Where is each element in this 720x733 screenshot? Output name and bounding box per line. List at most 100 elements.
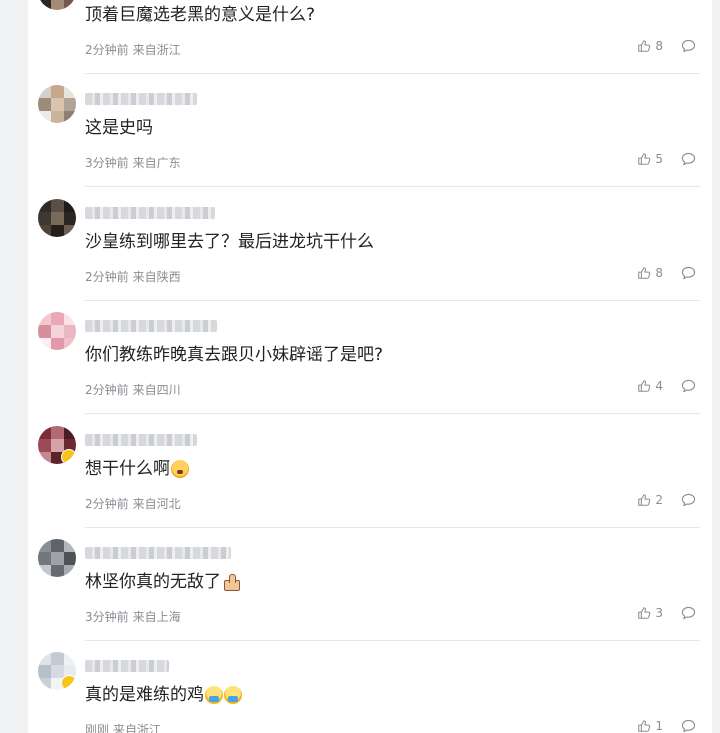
like-button[interactable]: 4 <box>637 379 663 393</box>
avatar[interactable] <box>38 426 76 464</box>
reply-button[interactable] <box>681 606 696 620</box>
reply-button[interactable] <box>681 379 696 393</box>
reply-button[interactable] <box>681 719 696 733</box>
chick-emoji-icon <box>205 686 223 704</box>
comment-text: 想干什么啊 <box>85 457 189 481</box>
comment-item: 林坚你真的无敌了 3分钟前 来自上海 3 <box>28 528 712 641</box>
comment-text-body: 你们教练昨晚真去跟贝小妹辟谣了是吧? <box>85 345 384 365</box>
thumbs-up-icon <box>637 493 651 507</box>
like-button[interactable]: 5 <box>637 152 663 166</box>
comment-location: 来自浙江 <box>113 723 162 733</box>
avatar[interactable] <box>38 539 76 577</box>
comment-actions: 4 <box>637 379 696 393</box>
comment-time: 2分钟前 <box>85 497 129 511</box>
comment-actions: 8 <box>637 39 696 53</box>
comment-text-body: 真的是难练的鸡 <box>85 685 204 705</box>
comment-item: 这是史吗 3分钟前 来自广东 5 <box>28 74 712 187</box>
comment-bubble-icon <box>681 493 696 507</box>
comment-text: 顶着巨魔选老黑的意义是什么? <box>85 3 315 27</box>
comment-location: 来自浙江 <box>132 43 181 57</box>
username-blurred[interactable] <box>85 547 231 559</box>
comment-bubble-icon <box>681 719 696 733</box>
avatar[interactable] <box>38 199 76 237</box>
comment-meta: 刚刚 来自浙江 <box>85 721 161 733</box>
like-count: 8 <box>655 39 663 53</box>
comment-location: 来自上海 <box>132 610 181 624</box>
username-blurred[interactable] <box>85 660 169 672</box>
comment-text-body: 顶着巨魔选老黑的意义是什么? <box>85 5 316 25</box>
comment-actions: 5 <box>637 152 696 166</box>
comment-meta: 2分钟前 来自四川 <box>85 381 181 398</box>
comment-time: 3分钟前 <box>85 610 129 624</box>
reply-button[interactable] <box>681 152 696 166</box>
comment-text: 真的是难练的鸡 <box>85 683 242 707</box>
comment-text-body: 这是史吗 <box>85 118 153 138</box>
comment-actions: 3 <box>637 606 696 620</box>
like-button[interactable]: 1 <box>637 719 663 733</box>
comment-time: 2分钟前 <box>85 43 129 57</box>
comment-bubble-icon <box>681 266 696 280</box>
comment-bubble-icon <box>681 379 696 393</box>
comment-item: 真的是难练的鸡刚刚 来自浙江 1 <box>28 641 712 733</box>
comment-actions: 1 <box>637 719 696 733</box>
thumbs-up-icon <box>637 719 651 733</box>
avatar[interactable] <box>38 85 76 123</box>
thumbs-up-icon <box>637 266 651 280</box>
verified-badge-icon <box>61 449 76 464</box>
avatar[interactable] <box>38 312 76 350</box>
comment-item: 顶着巨魔选老黑的意义是什么? 2分钟前 来自浙江 8 <box>28 0 712 74</box>
like-button[interactable]: 8 <box>637 266 663 280</box>
verified-badge-icon <box>61 675 76 690</box>
username-blurred[interactable] <box>85 93 197 105</box>
comment-time: 2分钟前 <box>85 383 129 397</box>
comment-meta: 2分钟前 来自浙江 <box>85 41 181 58</box>
thumbs-up-icon <box>637 606 651 620</box>
comment-location: 来自四川 <box>132 383 181 397</box>
like-button[interactable]: 3 <box>637 606 663 620</box>
comment-item: 想干什么啊 2分钟前 来自河北 2 <box>28 415 712 528</box>
comment-text: 林坚你真的无敌了 <box>85 570 240 594</box>
comment-meta: 3分钟前 来自广东 <box>85 154 181 171</box>
like-count: 2 <box>655 493 663 507</box>
like-count: 8 <box>655 266 663 280</box>
like-count: 5 <box>655 152 663 166</box>
comment-item: 沙皇练到哪里去了？最后进龙坑干什么 2分钟前 来自陕西 8 <box>28 188 712 301</box>
comment-location: 来自河北 <box>132 497 181 511</box>
username-blurred[interactable] <box>85 320 217 332</box>
comment-meta: 3分钟前 来自上海 <box>85 608 181 625</box>
reply-button[interactable] <box>681 493 696 507</box>
comment-bubble-icon <box>681 606 696 620</box>
comment-meta: 2分钟前 来自陕西 <box>85 268 181 285</box>
avatar[interactable] <box>38 652 76 690</box>
thumbs-up-icon <box>637 152 651 166</box>
avatar[interactable] <box>38 0 76 10</box>
comment-bubble-icon <box>681 152 696 166</box>
chick-emoji-icon <box>224 686 242 704</box>
username-blurred[interactable] <box>85 207 215 219</box>
angry-emoji-icon <box>171 460 189 478</box>
like-button[interactable]: 8 <box>637 39 663 53</box>
thumb-emoji-icon <box>222 573 240 591</box>
comment-text-body: 想干什么啊 <box>85 459 170 479</box>
comment-location: 来自陕西 <box>132 270 181 284</box>
reply-button[interactable] <box>681 266 696 280</box>
comment-text-body: 沙皇练到哪里去了？最后进龙坑干什么 <box>85 232 374 252</box>
like-count: 3 <box>655 606 663 620</box>
like-count: 4 <box>655 379 663 393</box>
thumbs-up-icon <box>637 379 651 393</box>
comment-text: 沙皇练到哪里去了？最后进龙坑干什么 <box>85 230 374 254</box>
comment-bubble-icon <box>681 39 696 53</box>
comment-text: 这是史吗 <box>85 116 153 140</box>
comment-text-body: 林坚你真的无敌了 <box>85 572 221 592</box>
reply-button[interactable] <box>681 39 696 53</box>
comment-meta: 2分钟前 来自河北 <box>85 495 181 512</box>
comment-actions: 2 <box>637 493 696 507</box>
like-count: 1 <box>655 719 663 733</box>
comment-location: 来自广东 <box>132 156 181 170</box>
comment-list: 顶着巨魔选老黑的意义是什么? 2分钟前 来自浙江 8 这是史吗 3分钟前 来自广东 5 沙皇练到… <box>28 0 712 733</box>
comment-time: 3分钟前 <box>85 156 129 170</box>
like-button[interactable]: 2 <box>637 493 663 507</box>
thumbs-up-icon <box>637 39 651 53</box>
username-blurred[interactable] <box>85 434 197 446</box>
comment-text: 你们教练昨晚真去跟贝小妹辟谣了是吧? <box>85 343 383 367</box>
